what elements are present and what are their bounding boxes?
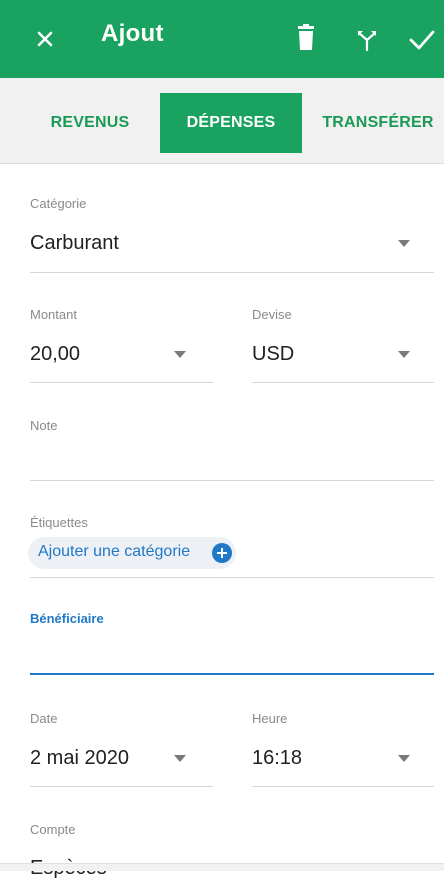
split-icon[interactable] [355,28,379,52]
beneficiary-underline [30,673,434,675]
chevron-down-icon[interactable] [174,755,186,762]
date-field[interactable]: 2 mai 2020 [30,747,129,770]
amount-underline [30,382,213,383]
date-underline [30,786,213,787]
chevron-down-icon[interactable] [398,240,410,247]
beneficiary-field[interactable] [30,640,434,666]
note-field[interactable] [30,446,434,472]
beneficiary-label: Bénéficiaire [30,611,104,626]
account-label: Compte [30,822,76,837]
type-tabs: REVENUS DÉPENSES TRANSFÉRER [0,78,444,164]
category-underline [30,272,434,273]
note-label: Note [30,418,58,433]
tab-revenus[interactable]: REVENUS [30,93,150,153]
page-title: Ajout [101,20,164,47]
chevron-down-icon[interactable] [174,351,186,358]
close-icon[interactable] [30,24,60,54]
app-bar: Ajout [0,0,444,78]
add-category-label: Ajouter une catégorie [38,543,191,560]
category-label: Catégorie [30,196,87,211]
plus-icon[interactable] [212,543,232,563]
currency-underline [252,382,434,383]
add-category-chip[interactable]: Ajouter une catégorie [28,537,236,569]
note-underline [30,480,434,481]
time-field[interactable]: 16:18 [252,747,302,770]
date-label: Date [30,711,58,726]
tab-transferer[interactable]: TRANSFÉRER [312,93,444,153]
chevron-down-icon[interactable] [398,755,410,762]
time-underline [252,786,434,787]
check-icon[interactable] [408,26,436,52]
tab-depenses[interactable]: DÉPENSES [160,93,302,153]
currency-select[interactable]: USD [252,343,294,366]
time-label: Heure [252,711,288,726]
amount-label: Montant [30,307,77,322]
tags-label: Étiquettes [30,515,88,530]
trash-icon[interactable] [295,24,317,52]
amount-field[interactable]: 20,00 [30,343,80,366]
tags-underline [30,577,434,578]
currency-label: Devise [252,307,292,322]
chevron-down-icon[interactable] [398,351,410,358]
category-select[interactable]: Carburant [30,232,119,255]
